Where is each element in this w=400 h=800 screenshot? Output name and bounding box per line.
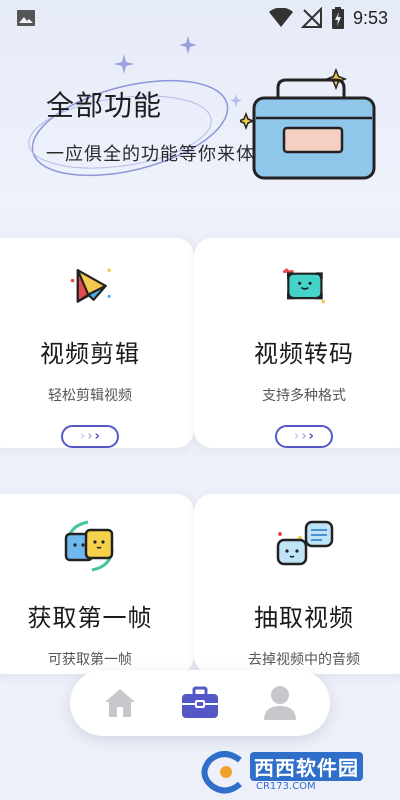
gallery-icon xyxy=(17,10,35,26)
card-video-edit[interactable]: 视频剪辑 轻松剪辑视频 › › › xyxy=(0,238,194,448)
chevron-right-icon: › xyxy=(94,428,100,444)
toolbox-illustration xyxy=(240,67,376,180)
watermark: 西西软件园 CR173.COM xyxy=(200,748,396,796)
card-first-frame[interactable]: 获取第一帧 可获取第一帧 xyxy=(0,494,194,674)
first-frame-icon xyxy=(64,520,114,572)
status-time: 9:53 xyxy=(352,7,388,28)
battery-charging-icon xyxy=(331,7,344,29)
chevron-right-icon: › xyxy=(308,428,314,444)
card-subtitle: 支持多种格式 xyxy=(262,387,346,404)
bottom-navigation xyxy=(70,670,330,736)
chevron-right-icon: › xyxy=(87,428,93,444)
card-title: 抽取视频 xyxy=(254,604,354,632)
chevron-right-icon: › xyxy=(294,428,300,444)
home-icon xyxy=(105,689,135,717)
wifi-icon xyxy=(268,8,293,27)
nav-tools-button[interactable] xyxy=(178,681,222,725)
no-signal-icon xyxy=(300,7,322,28)
video-edit-icon xyxy=(70,268,111,303)
watermark-brand: 西西软件园 xyxy=(250,752,363,781)
watermark-url: CR173.COM xyxy=(256,781,316,792)
card-subtitle: 去掉视频中的音频 xyxy=(248,652,360,668)
nav-home-button[interactable] xyxy=(98,681,142,725)
open-video-transcode-button[interactable]: › › › xyxy=(275,424,333,448)
video-transcode-icon xyxy=(283,268,325,304)
nav-profile-button[interactable] xyxy=(258,681,302,725)
card-title: 视频剪辑 xyxy=(40,339,140,368)
card-title: 视频转码 xyxy=(254,339,354,368)
chevron-right-icon: › xyxy=(301,428,307,444)
extract-video-icon xyxy=(276,520,334,566)
card-video-transcode[interactable]: 视频转码 支持多种格式 › › › xyxy=(194,238,400,448)
card-subtitle: 轻松剪辑视频 xyxy=(48,387,132,404)
user-icon xyxy=(264,686,296,720)
watermark-logo xyxy=(201,751,242,794)
chevron-right-icon: › xyxy=(80,428,86,444)
open-video-edit-button[interactable]: › › › xyxy=(61,424,119,448)
card-title: 获取第一帧 xyxy=(27,604,153,632)
card-extract-video[interactable]: 抽取视频 去掉视频中的音频 xyxy=(194,494,400,674)
status-bar: 9:53 xyxy=(0,0,400,36)
page-title: 全部功能 xyxy=(46,89,163,122)
card-subtitle: 可获取第一帧 xyxy=(48,652,132,668)
toolbox-icon xyxy=(182,686,218,718)
